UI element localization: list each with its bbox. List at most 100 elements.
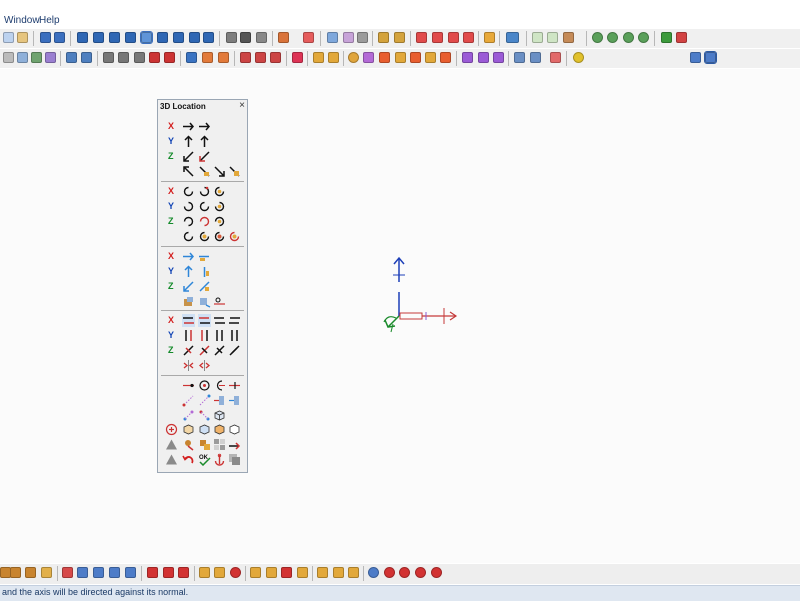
move-x-button[interactable] <box>182 250 195 263</box>
menu-window[interactable]: Window <box>4 15 40 26</box>
tool-icon[interactable] <box>230 567 241 578</box>
translate-diag-button-4[interactable] <box>228 165 241 178</box>
view-projection-icon[interactable] <box>255 52 266 63</box>
analysis-icon[interactable] <box>573 52 584 63</box>
view-top-icon[interactable] <box>109 32 120 43</box>
constraint-icon[interactable] <box>363 52 374 63</box>
part-icon[interactable] <box>17 52 28 63</box>
move-custom-button-3[interactable] <box>213 295 226 308</box>
text-icon[interactable] <box>41 567 52 578</box>
move-custom-button-1[interactable] <box>182 295 195 308</box>
mirror-x-button[interactable] <box>182 359 195 372</box>
box-iso-button[interactable] <box>228 423 241 436</box>
flip-x-button-4[interactable] <box>228 314 241 327</box>
align-arc-button[interactable] <box>213 379 226 392</box>
rotate-y-step-button[interactable] <box>213 200 226 213</box>
align-mate-icon[interactable] <box>395 52 406 63</box>
box-front-button[interactable] <box>182 423 195 436</box>
move-y-button[interactable] <box>182 265 195 278</box>
flip-y-button-1[interactable] <box>182 329 195 342</box>
help-query-icon[interactable] <box>432 32 443 43</box>
point-icon[interactable] <box>462 52 473 63</box>
tool-icon[interactable] <box>178 567 189 578</box>
rotate-x-neg-button[interactable] <box>198 185 211 198</box>
mate-icon[interactable] <box>379 52 390 63</box>
tool-icon[interactable] <box>109 567 120 578</box>
tool-icon[interactable] <box>214 567 225 578</box>
view-back-icon[interactable] <box>93 32 104 43</box>
select-icon[interactable] <box>357 32 368 43</box>
monitor-icon[interactable] <box>506 32 519 43</box>
help-query-icon[interactable] <box>463 32 474 43</box>
close-red-icon[interactable] <box>431 567 442 578</box>
align-axis-button[interactable] <box>228 379 241 392</box>
sheet-bend-icon[interactable] <box>202 52 213 63</box>
box-icon[interactable] <box>213 409 226 422</box>
flip-z-button-3[interactable] <box>213 344 226 357</box>
cube-icon[interactable] <box>514 52 525 63</box>
axis-icon[interactable] <box>493 52 504 63</box>
rotate-free-button-4[interactable] <box>228 230 241 243</box>
layer-icon[interactable] <box>256 32 267 43</box>
shell-icon[interactable] <box>164 52 175 63</box>
flip-z-button-4[interactable] <box>228 344 241 357</box>
tool-icon[interactable] <box>163 567 174 578</box>
point-align-button[interactable] <box>198 394 211 407</box>
zoom-prev-icon[interactable] <box>623 32 634 43</box>
tool-icon[interactable] <box>368 567 379 578</box>
tool-icon[interactable] <box>250 567 261 578</box>
rotate-z-step-button[interactable] <box>213 215 226 228</box>
translate-y-pos-button[interactable] <box>182 135 195 148</box>
import-icon[interactable] <box>676 32 687 43</box>
gear-icon[interactable] <box>348 52 359 63</box>
flip-x-button-1[interactable] <box>182 314 195 327</box>
rotate-x-step-button[interactable] <box>213 185 226 198</box>
align-line-button[interactable] <box>182 379 195 392</box>
mesh-icon[interactable] <box>343 32 354 43</box>
hole-icon[interactable] <box>103 52 114 63</box>
translate-y-neg-button[interactable] <box>198 135 211 148</box>
redo-icon[interactable] <box>54 32 65 43</box>
zoom-fit-icon[interactable] <box>532 32 543 43</box>
undo-icon[interactable] <box>40 32 51 43</box>
table-icon[interactable] <box>303 32 314 43</box>
copy-icon[interactable] <box>3 32 14 43</box>
rotate-free-button-3[interactable] <box>213 230 226 243</box>
sketch-icon[interactable] <box>66 52 77 63</box>
translate-diag-button-2[interactable] <box>198 165 211 178</box>
warning-triangle-button[interactable] <box>165 438 178 451</box>
close-icon[interactable]: × <box>239 100 245 111</box>
tool-icon[interactable] <box>125 567 136 578</box>
plane-icon[interactable] <box>478 52 489 63</box>
orbit-icon[interactable] <box>240 32 251 43</box>
route-icon[interactable] <box>690 52 701 63</box>
dimension-icon[interactable] <box>394 32 405 43</box>
tool-icon[interactable] <box>317 567 328 578</box>
translate-diag-button-3[interactable] <box>213 165 226 178</box>
sheet-icon[interactable] <box>186 52 197 63</box>
rotate-z-neg-button[interactable] <box>198 215 211 228</box>
angle-mate-icon[interactable] <box>425 52 436 63</box>
view-bottom-icon[interactable] <box>125 32 136 43</box>
triad-y-arrow-icon[interactable] <box>393 256 405 316</box>
detail-icon[interactable] <box>292 52 303 63</box>
view-right-icon[interactable] <box>173 32 184 43</box>
triad-z-arrow-icon[interactable] <box>383 315 400 333</box>
tool-icon[interactable] <box>333 567 344 578</box>
close-red-icon[interactable] <box>415 567 426 578</box>
zoom-out-icon[interactable] <box>607 32 618 43</box>
face-align-button[interactable] <box>228 394 241 407</box>
close-red-icon[interactable] <box>399 567 410 578</box>
tool-icon[interactable] <box>93 567 104 578</box>
ok-check-icon[interactable]: OK <box>198 453 211 466</box>
tangent-mate-icon[interactable] <box>440 52 451 63</box>
box-side-button[interactable] <box>198 423 211 436</box>
close-red-icon[interactable] <box>384 567 395 578</box>
mirror-y-button[interactable] <box>198 359 211 372</box>
surface-align-button[interactable] <box>213 394 226 407</box>
chamfer-icon[interactable] <box>149 52 160 63</box>
mirror-icon[interactable] <box>550 52 561 63</box>
move-custom-button-2[interactable] <box>198 295 211 308</box>
view-iso-icon[interactable] <box>140 31 153 44</box>
measure-icon[interactable] <box>378 32 389 43</box>
